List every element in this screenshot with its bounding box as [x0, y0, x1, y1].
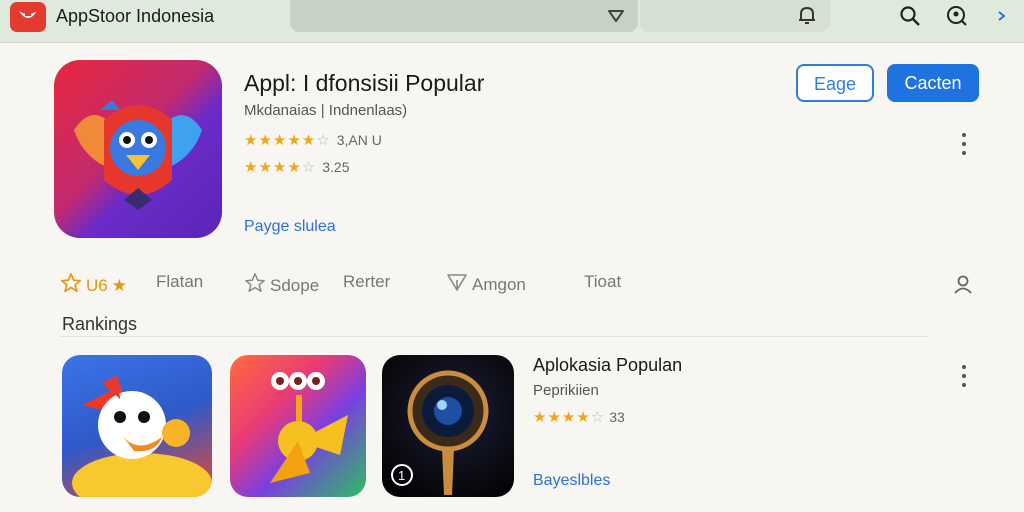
- tab-tioat-label: Tioat: [584, 272, 622, 291]
- ranking-app-subtitle: Peprikiien: [533, 382, 599, 399]
- rating-row-2: ★★★★☆ 3.25: [244, 158, 350, 176]
- ranking-app-icon-3[interactable]: 1: [382, 355, 514, 497]
- tab-rerter[interactable]: Rerter: [343, 272, 390, 292]
- section-title: Rankings: [62, 314, 138, 334]
- divider: [60, 336, 928, 337]
- tab-sdope[interactable]: Sdope: [244, 272, 319, 299]
- logo-icon[interactable]: [10, 2, 46, 32]
- account-search-icon[interactable]: [945, 4, 969, 28]
- star-filled-icon: ★: [111, 275, 127, 295]
- ranking-app-rating: ★★★★☆ 33: [533, 408, 625, 426]
- star-outline-icon: [244, 272, 266, 299]
- rating-row-1: ★★★★★☆ 3,AN U: [244, 131, 382, 149]
- search-icon[interactable]: [898, 4, 922, 28]
- bell-icon[interactable]: [796, 4, 820, 28]
- category-tabs: U6 ★ Flatan Sdope Rerter Amgon Tioat: [60, 272, 980, 300]
- secondary-search-field[interactable]: [640, 0, 830, 32]
- featured-app-subtitle: Mkdanaias | Indnenlaas): [244, 102, 408, 119]
- featured-app-link[interactable]: Payge slulea: [244, 218, 336, 236]
- ranking-app-icon-1[interactable]: [62, 355, 212, 497]
- featured-app-icon[interactable]: [54, 60, 222, 238]
- ranking-app-title: Aplokasia Populan: [533, 355, 683, 375]
- star-rating-5: ★★★★★☆: [244, 132, 331, 149]
- star-rating-4: ★★★★☆: [244, 159, 317, 176]
- send-icon: [446, 272, 468, 297]
- featured-app-title: Appl: I dfonsisii Popular: [244, 70, 485, 96]
- top-bar: AppStoor Indonesia: [0, 0, 1024, 43]
- rating-1-label: 3,AN U: [336, 132, 382, 148]
- tab-flatan[interactable]: Flatan: [156, 272, 203, 292]
- tab-flatan-label: Flatan: [156, 272, 204, 291]
- tab-top-label: U6: [86, 275, 108, 295]
- primary-action-button[interactable]: Cacten: [887, 64, 979, 102]
- ranking-app-link[interactable]: Bayeslbles: [533, 472, 610, 490]
- ranking-rating-label: 33: [609, 409, 625, 425]
- app-title: AppStoor Indonesia: [56, 6, 215, 26]
- star-rating-4: ★★★★☆: [533, 409, 606, 426]
- tab-top[interactable]: U6 ★: [60, 272, 127, 299]
- secondary-action-button[interactable]: Eage: [796, 64, 874, 102]
- tab-tioat[interactable]: Tioat: [584, 272, 621, 292]
- tab-amgon[interactable]: Amgon: [446, 272, 526, 297]
- ranking-app-icon-2[interactable]: [230, 355, 366, 497]
- tab-rerter-label: Rerter: [343, 272, 391, 291]
- more-options-icon[interactable]: [961, 133, 967, 160]
- forward-chevron-icon[interactable]: [992, 4, 1016, 28]
- user-icon[interactable]: [952, 273, 974, 300]
- rating-2-label: 3.25: [322, 159, 350, 175]
- tile-badge: 1: [398, 468, 405, 483]
- more-options-icon[interactable]: [961, 365, 967, 392]
- dropdown-chevron-icon[interactable]: [606, 7, 626, 30]
- search-bar[interactable]: [290, 0, 638, 32]
- tab-amgon-label: Amgon: [472, 274, 526, 294]
- star-outline-icon: [60, 272, 82, 299]
- tab-sdope-label: Sdope: [270, 275, 320, 295]
